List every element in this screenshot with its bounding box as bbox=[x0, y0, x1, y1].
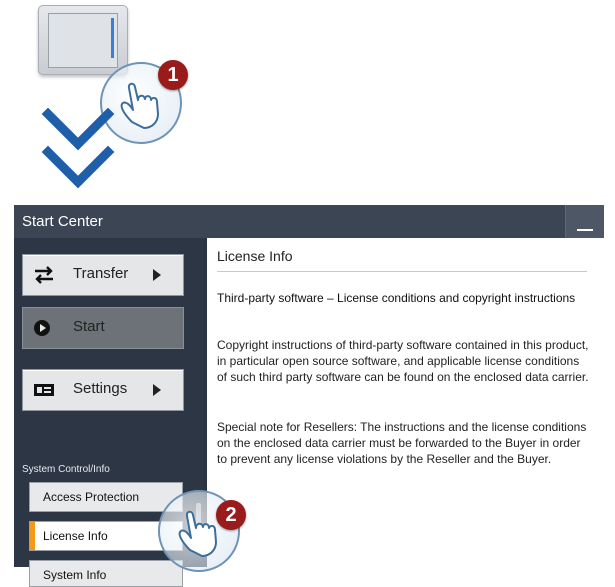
window-title: Start Center bbox=[22, 213, 103, 230]
transfer-label: Transfer bbox=[73, 265, 129, 282]
title-bar: Start Center bbox=[14, 205, 604, 238]
sidebar-item-label: License Info bbox=[43, 529, 108, 543]
settings-label: Settings bbox=[73, 380, 128, 397]
transfer-button[interactable]: Transfer bbox=[22, 254, 184, 296]
divider bbox=[217, 271, 587, 272]
start-button[interactable]: Start bbox=[22, 307, 184, 349]
chevron-right-icon bbox=[153, 384, 161, 396]
sidebar-item-label: Access Protection bbox=[43, 490, 140, 504]
step-2-badge: 2 bbox=[216, 500, 246, 530]
play-icon bbox=[34, 320, 50, 336]
step-1-badge: 1 bbox=[158, 60, 188, 90]
transfer-arrows-icon bbox=[35, 266, 53, 284]
sidebar-item-label: System Info bbox=[43, 568, 107, 582]
section-subtitle: Third-party software – License condition… bbox=[217, 291, 576, 305]
reseller-note-paragraph: Special note for Resellers: The instruct… bbox=[217, 420, 587, 466]
license-info-panel: License Info Third-party software – Lice… bbox=[207, 238, 604, 567]
settings-panel-icon bbox=[34, 384, 54, 396]
settings-button[interactable]: Settings bbox=[22, 369, 184, 411]
section-label: System Control/Info bbox=[22, 464, 110, 475]
start-center-window: Start Center Transfer Start Settings Sys… bbox=[14, 205, 604, 587]
minimize-button[interactable] bbox=[565, 205, 604, 238]
chevron-right-icon bbox=[153, 269, 161, 281]
start-label: Start bbox=[73, 318, 105, 335]
page-title: License Info bbox=[217, 248, 293, 264]
minimize-icon bbox=[577, 229, 593, 231]
device-screen bbox=[48, 13, 118, 68]
license-paragraph: Copyright instructions of third-party so… bbox=[217, 338, 589, 384]
double-chevron-down-icon bbox=[41, 108, 115, 189]
